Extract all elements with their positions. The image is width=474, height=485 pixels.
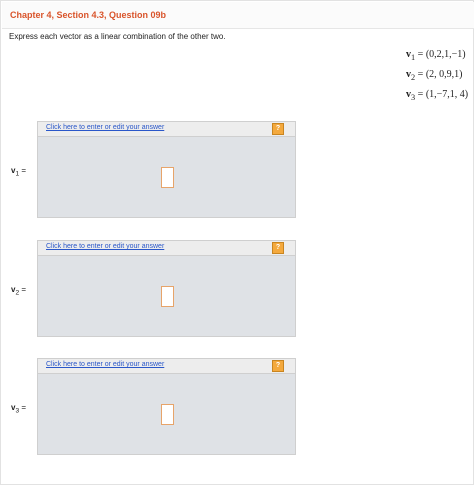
help-icon[interactable]: ? [272,242,284,254]
answer-body [37,256,296,337]
answer-header: Click here to enter or edit your answer … [37,240,296,256]
answer-header: Click here to enter or edit your answer … [37,358,296,374]
answer-input-placeholder[interactable] [161,404,174,425]
help-icon[interactable]: ? [272,123,284,135]
edit-answer-link[interactable]: Click here to enter or edit your answer [46,124,164,131]
vector-definitions: v1 = (0,2,1,−1) v2 = (2, 0,9,1) v3 = (1,… [406,46,468,106]
question-instructions: Express each vector as a linear combinat… [9,32,226,41]
vector-definition-2: v2 = (2, 0,9,1) [406,69,463,82]
answer-input-placeholder[interactable] [161,286,174,307]
chapter-title: Chapter 4, Section 4.3, Question 09b [10,10,167,20]
edit-answer-link[interactable]: Click here to enter or edit your answer [46,243,164,250]
answer-body [37,137,296,218]
answer-header: Click here to enter or edit your answer … [37,121,296,137]
help-icon[interactable]: ? [272,360,284,372]
vector-definition-1: v1 = (0,2,1,−1) [406,49,466,62]
answer-label-v1: v1 = [11,166,27,178]
question-panel: Chapter 4, Section 4.3, Question 09b Exp… [0,0,474,485]
answer-body [37,374,296,455]
answer-box-v1: Click here to enter or edit your answer … [37,121,296,218]
answer-box-v3: Click here to enter or edit your answer … [37,358,296,455]
answer-label-v2: v2 = [11,285,27,297]
vector-definition-3: v3 = (1,−7,1, 4) [406,89,469,102]
answer-box-v2: Click here to enter or edit your answer … [37,240,296,337]
answer-input-placeholder[interactable] [161,167,174,188]
edit-answer-link[interactable]: Click here to enter or edit your answer [46,361,164,368]
question-header: Chapter 4, Section 4.3, Question 09b [2,2,474,29]
answer-label-v3: v3 = [11,403,27,415]
